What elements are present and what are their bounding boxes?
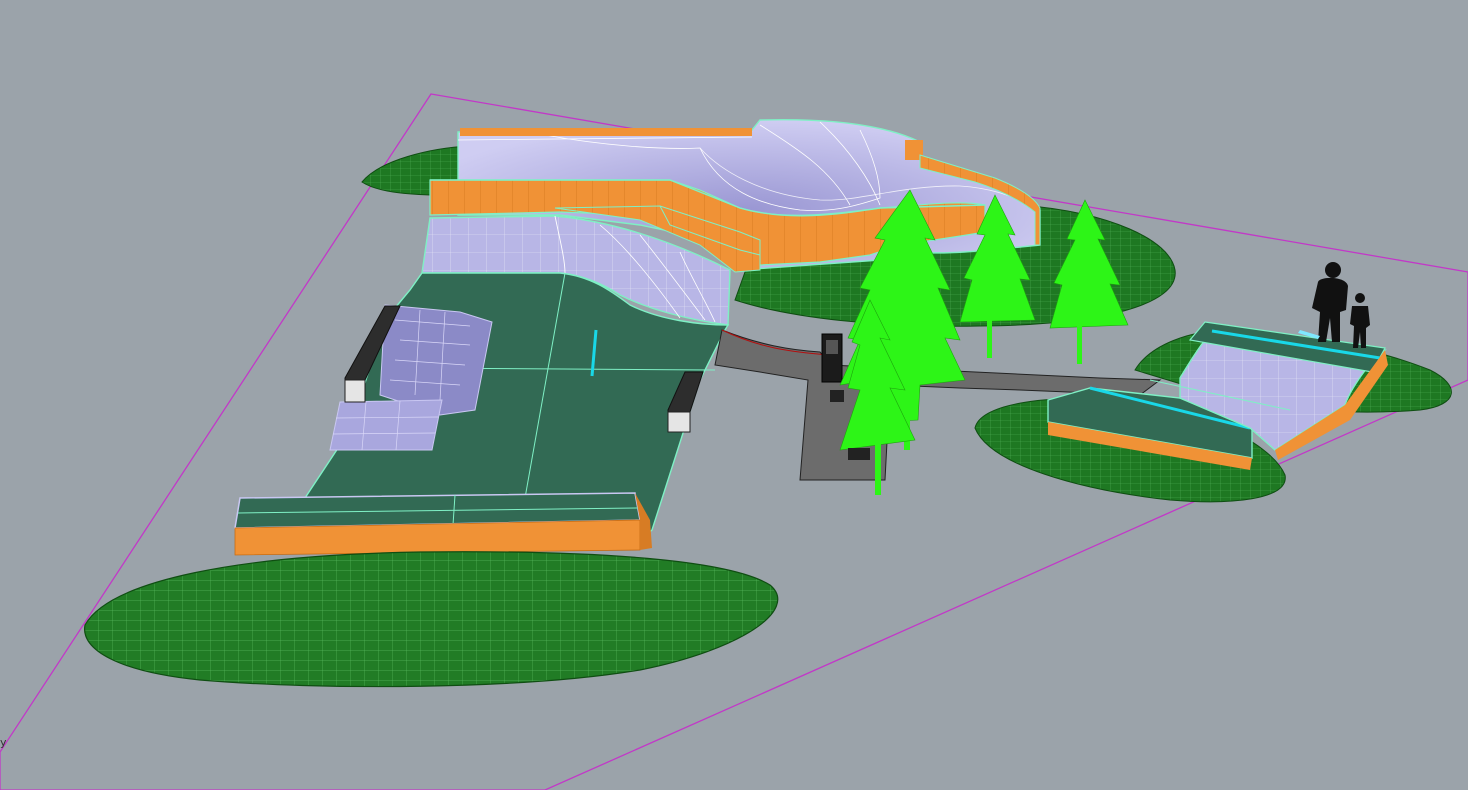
human-figures bbox=[1298, 262, 1370, 348]
skatepark-model-scene[interactable] bbox=[0, 0, 1468, 790]
front-deck bbox=[234, 492, 652, 556]
axis-label-y: y bbox=[0, 736, 7, 749]
perspective-viewport[interactable]: y bbox=[0, 0, 1468, 790]
grass-mound-front bbox=[84, 551, 779, 688]
